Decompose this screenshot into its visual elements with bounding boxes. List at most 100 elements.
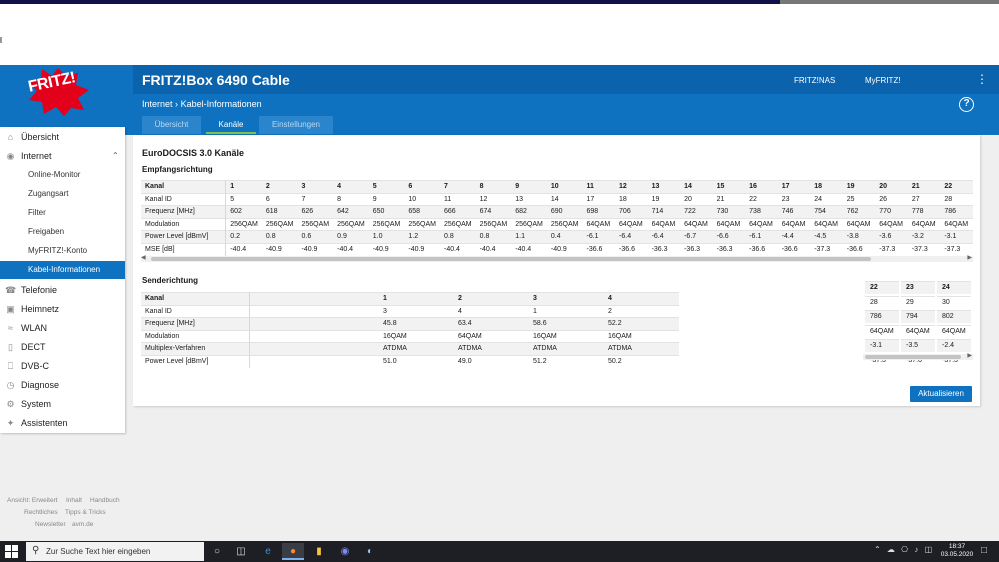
table-row: Kanal ID 5 6 7 8 9 10 11 12 13 14 17 18 19 20 21 22 23 24 2…	[141, 192, 973, 206]
table-cell-spacer	[249, 342, 379, 355]
table-cell: -6.6	[712, 230, 746, 243]
refresh-button[interactable]: Aktualisieren	[910, 386, 972, 402]
sidebar-item-internet[interactable]: ◉ Internet ⌃	[0, 147, 125, 165]
table-row: Kanal ID 3 4 1 2	[141, 304, 679, 318]
footer-avm-link[interactable]: avm.de	[72, 521, 93, 528]
table-cell: 29	[901, 295, 935, 309]
task-view-icon[interactable]: ◫	[230, 543, 252, 560]
receive-table-scrollbar[interactable]: ◀ ▶	[141, 254, 973, 262]
sidebar-sub-filter[interactable]: Filter	[0, 204, 125, 222]
table-cell: 3	[379, 304, 454, 318]
sidebar-item-dect[interactable]: ▯ DECT	[0, 338, 125, 356]
table-cell: -36.6	[582, 242, 616, 256]
footer-ansicht-link[interactable]: Ansicht: Erweitert	[7, 497, 58, 504]
table-cell: 770	[875, 205, 908, 218]
table-cell: -40.4	[511, 242, 547, 256]
table-cell: 63.4	[454, 317, 529, 330]
fritznas-link[interactable]: FRITZ!NAS	[794, 76, 835, 85]
table-cell: 256QAM	[475, 217, 512, 231]
table-cell: 64QAM	[745, 217, 778, 231]
tab-uebersicht[interactable]: Übersicht	[142, 116, 201, 134]
sidebar-item-wlan[interactable]: ≈ WLAN	[0, 319, 125, 337]
sidebar-sub-freigaben[interactable]: Freigaben	[0, 223, 125, 241]
footer-handbuch-link[interactable]: Handbuch	[90, 497, 120, 504]
chevron-up-icon[interactable]: ⌃	[112, 147, 119, 165]
scroll-left-icon[interactable]: ◀	[141, 254, 146, 261]
taskbar-clock[interactable]: 18:37 03.05.2020	[940, 543, 974, 559]
file-explorer-icon[interactable]: ▮	[308, 543, 330, 560]
app-icon[interactable]: ◐	[359, 543, 381, 560]
sidebar-item-uebersicht[interactable]: ⌂ Übersicht	[0, 128, 125, 146]
notification-icon[interactable]: □	[981, 545, 987, 556]
footer-rechtliches-link[interactable]: Rechtliches	[24, 509, 58, 516]
table-cell: -36.3	[680, 242, 713, 256]
sidebar-item-system[interactable]: ⚙ System	[0, 395, 125, 413]
footer-inhalt-link[interactable]: Inhalt	[66, 497, 82, 504]
table-cell: -4.5	[810, 230, 843, 243]
table-cell: -6.1	[582, 230, 616, 243]
table-cell: 64QAM	[582, 217, 616, 231]
send-table: Kanal 1 2 3 4 Kanal ID 3 4 1 2 Frequenz [MHz] 45.8 6…	[141, 292, 679, 368]
edge-icon[interactable]: e	[257, 543, 279, 560]
fritz-logo[interactable]: FRITZ!	[26, 68, 90, 116]
sidebar-sub-online-monitor[interactable]: Online-Monitor	[0, 166, 125, 184]
firefox-icon[interactable]: ●	[282, 543, 304, 560]
table-cell: 754	[810, 205, 843, 218]
row-label: Kanal ID	[141, 304, 250, 318]
scrollbar-thumb[interactable]	[865, 355, 961, 359]
breadcrumb-parent[interactable]: Internet	[142, 99, 173, 109]
row-label: Kanal ID	[141, 192, 227, 206]
windows-start-icon[interactable]	[5, 545, 18, 558]
myfritz-link[interactable]: MyFRITZ!	[865, 76, 901, 85]
table-cell: 690	[546, 205, 583, 218]
table-row: -3.1 -3.5 -2.4	[865, 339, 971, 352]
discord-icon[interactable]: ◉	[334, 543, 356, 560]
table-cell: 16QAM	[604, 329, 679, 343]
sidebar-item-telefonie[interactable]: ☎ Telefonie	[0, 281, 125, 299]
table-cell: 21	[907, 180, 941, 193]
table-cell: 730	[712, 205, 746, 218]
scroll-right-icon[interactable]: ▶	[967, 352, 972, 359]
sidebar-sub-myfritz-konto[interactable]: MyFRITZ!-Konto	[0, 242, 125, 260]
table-cell: 10	[404, 192, 440, 206]
footer-tipps-link[interactable]: Tipps & Tricks	[65, 509, 106, 516]
more-menu-icon[interactable]: ⋮	[976, 72, 988, 86]
table-cell: 64QAM	[454, 329, 529, 343]
table-cell: 16	[745, 180, 778, 193]
table-cell: 8	[475, 180, 512, 193]
table-row: Multiplex-Verfahren ATDMA ATDMA ATDMA ATDMA	[141, 342, 679, 355]
help-icon[interactable]: ?	[959, 97, 974, 112]
scroll-right-icon[interactable]: ▶	[967, 254, 972, 261]
table-cell: 786	[940, 205, 973, 218]
table-cell: 64QAM	[907, 217, 941, 231]
scrollbar-thumb[interactable]	[151, 257, 871, 261]
table-cell: 19	[647, 192, 681, 206]
table-cell: 64QAM	[875, 217, 908, 231]
sidebar-item-heimnetz[interactable]: ▣ Heimnetz	[0, 300, 125, 318]
table-cell: 4	[454, 304, 529, 318]
taskbar-search-input[interactable]: ⚲ Zur Suche Text hier eingeben	[26, 542, 204, 561]
table-cell-spacer	[249, 292, 379, 305]
table-row: 64QAM 64QAM 64QAM	[865, 324, 971, 338]
footer-newsletter-link[interactable]: Newsletter	[35, 521, 66, 528]
fragment-scrollbar[interactable]: ▶	[863, 352, 973, 360]
table-cell: -6.4	[647, 230, 681, 243]
sidebar-sub-kabel-informationen[interactable]: Kabel-Informationen	[0, 261, 125, 279]
cortana-icon[interactable]: ○	[206, 543, 228, 560]
table-cell: -40.9	[546, 242, 583, 256]
table-cell: 786	[865, 310, 899, 323]
sidebar-item-diagnose[interactable]: ◷ Diagnose	[0, 376, 125, 394]
table-cell: -40.9	[368, 242, 405, 256]
table-cell: 714	[647, 205, 681, 218]
sidebar-item-assistenten[interactable]: ✦ Assistenten	[0, 414, 125, 432]
table-cell: 26	[875, 192, 908, 206]
tab-einstellungen[interactable]: Einstellungen	[259, 116, 333, 134]
tab-kanaele[interactable]: Kanäle	[206, 116, 256, 134]
system-tray-icons[interactable]: ⌃ ☁ ⎔ ♪ ◫	[874, 545, 934, 554]
sidebar-sub-zugangsart[interactable]: Zugangsart	[0, 185, 125, 203]
table-cell: 5	[368, 180, 405, 193]
table-row: Kanal 1 2 3 4 5 6 7 8 9 10 11 12 13 14 15 16 17 18 19 20 21 22	[141, 180, 973, 193]
table-cell: ATDMA	[529, 342, 604, 355]
sidebar-item-dvbc[interactable]: ⎕ DVB-C	[0, 357, 125, 375]
table-cell: 64QAM	[940, 217, 973, 231]
